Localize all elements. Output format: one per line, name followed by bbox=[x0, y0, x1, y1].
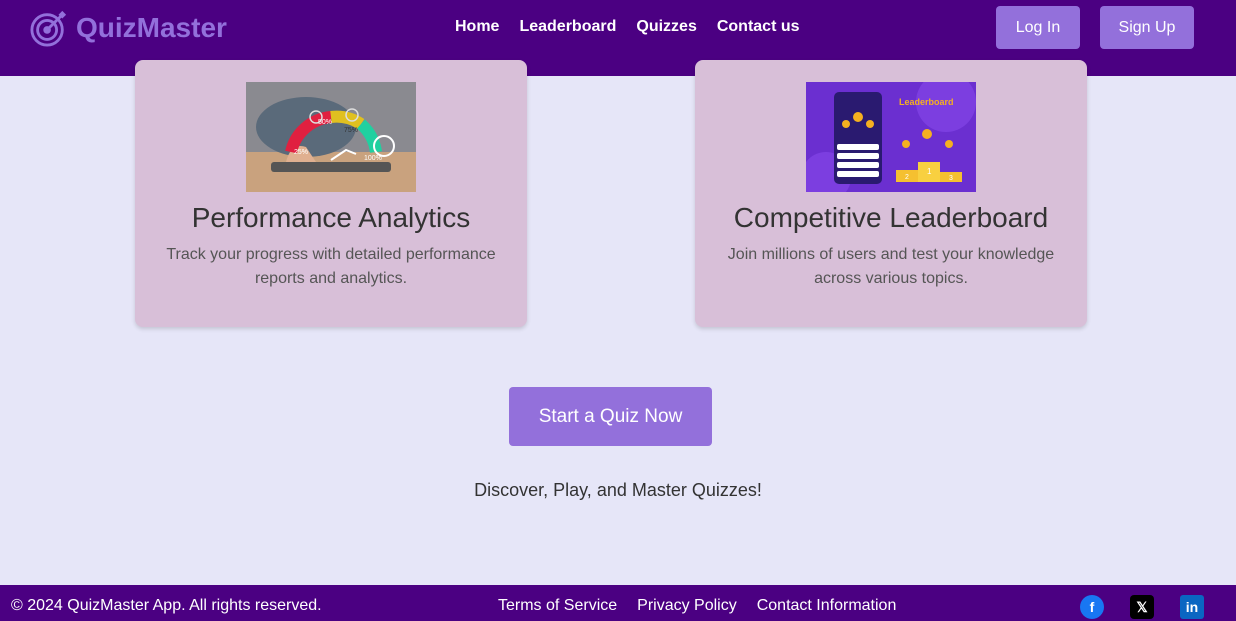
podium-label-3: 3 bbox=[949, 175, 953, 182]
card-title: Performance Analytics bbox=[191, 202, 471, 233]
target-logo-icon bbox=[30, 10, 67, 47]
gauge-label-100: 100% bbox=[364, 155, 382, 162]
start-quiz-button[interactable]: Start a Quiz Now bbox=[509, 387, 712, 446]
x-icon[interactable]: 𝕏 bbox=[1130, 595, 1154, 619]
linkedin-icon[interactable]: in bbox=[1180, 595, 1204, 619]
login-button[interactable]: Log In bbox=[996, 6, 1080, 49]
gauge-label-50: 50% bbox=[318, 119, 332, 126]
gauge-hand-image: 25% 50% 75% 100% bbox=[246, 82, 416, 192]
footer-links: Terms of Service Privacy Policy Contact … bbox=[498, 597, 896, 615]
footer-link-contact[interactable]: Contact Information bbox=[757, 597, 897, 615]
copyright-text: © 2024 QuizMaster App. All rights reserv… bbox=[11, 597, 322, 614]
signup-button[interactable]: Sign Up bbox=[1100, 6, 1194, 49]
tagline: Discover, Play, and Master Quizzes! bbox=[474, 480, 762, 500]
footer-link-terms[interactable]: Terms of Service bbox=[498, 597, 617, 615]
feature-card-analytics: 25% 50% 75% 100% Performance Analytics T… bbox=[135, 60, 527, 327]
nav-quizzes[interactable]: Quizzes bbox=[636, 18, 696, 36]
nav-leaderboard[interactable]: Leaderboard bbox=[519, 18, 616, 36]
card-description: Join millions of users and test your kno… bbox=[727, 246, 1055, 287]
gauge-label-75: 75% bbox=[344, 127, 358, 134]
podium-label-2: 2 bbox=[905, 174, 909, 181]
main-nav: Home Leaderboard Quizzes Contact us bbox=[455, 18, 800, 36]
footer-link-privacy[interactable]: Privacy Policy bbox=[637, 597, 737, 615]
facebook-icon[interactable]: f bbox=[1080, 595, 1104, 619]
gauge-label-25: 25% bbox=[294, 149, 308, 156]
nav-contact[interactable]: Contact us bbox=[717, 18, 800, 36]
logo-text: QuizMaster bbox=[76, 12, 227, 43]
card-description: Track your progress with detailed perfor… bbox=[166, 246, 496, 287]
card-title: Competitive Leaderboard bbox=[733, 202, 1049, 233]
nav-home[interactable]: Home bbox=[455, 18, 499, 36]
feature-card-leaderboard: Leaderboard 2 1 3 Competitive Leaderboar… bbox=[695, 60, 1087, 327]
leaderboard-podium-image: Leaderboard 2 1 3 bbox=[806, 82, 976, 192]
podium-label-1: 1 bbox=[927, 167, 932, 176]
footer: © 2024 QuizMaster App. All rights reserv… bbox=[0, 585, 1236, 621]
image-title: Leaderboard bbox=[899, 97, 954, 107]
logo[interactable]: QuizMaster bbox=[30, 9, 227, 47]
